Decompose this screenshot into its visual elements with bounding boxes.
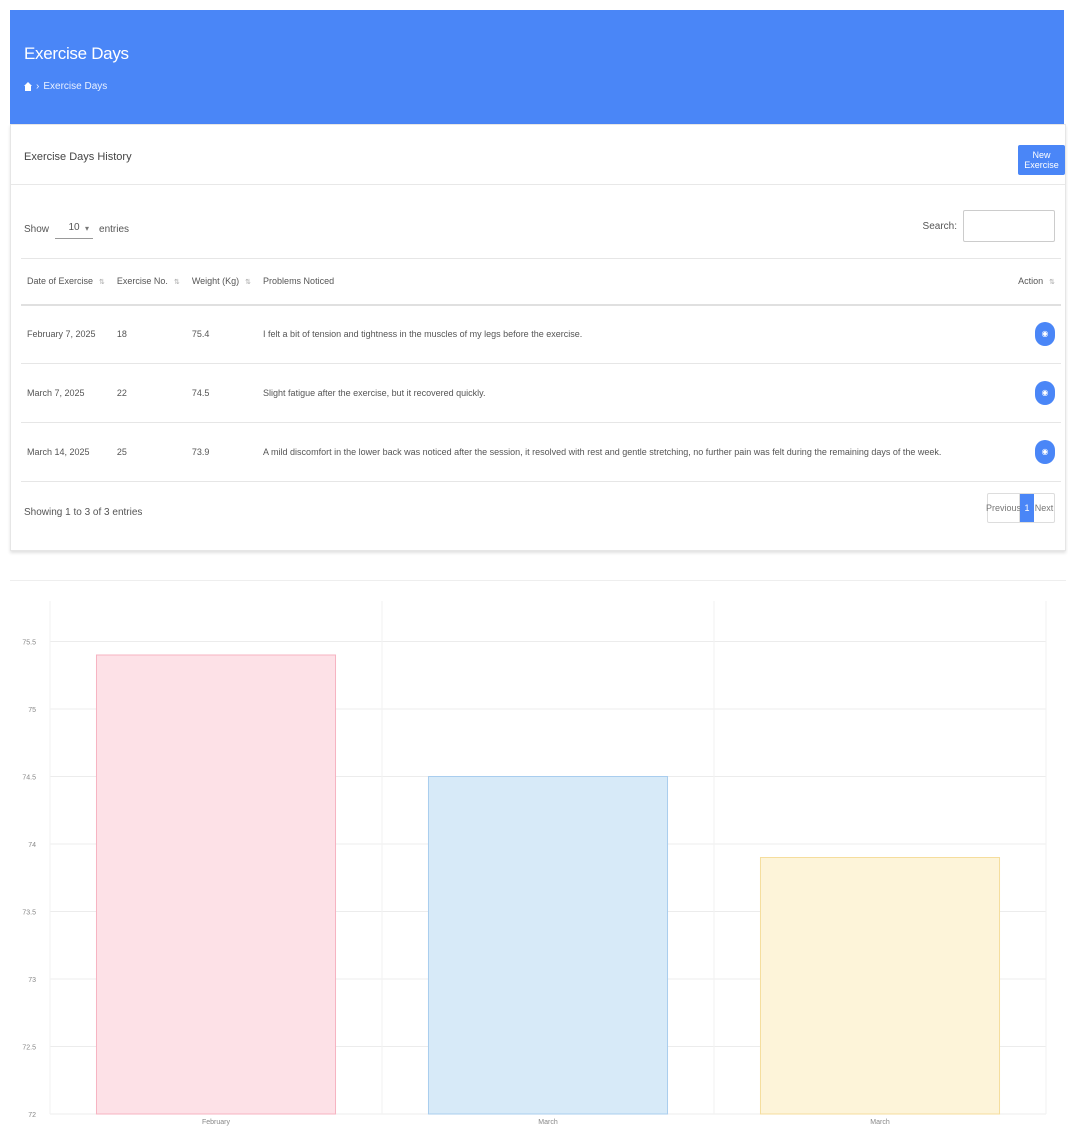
new-exercise-button[interactable]: New Exercise xyxy=(1018,145,1065,175)
search-input[interactable] xyxy=(963,210,1055,242)
table-row: March 7, 2025 22 74.5 Slight fatigue aft… xyxy=(21,363,1061,423)
column-header-action[interactable]: Action ⇅ xyxy=(1012,258,1061,306)
sort-icon: ⇅ xyxy=(99,279,105,287)
entries-length-select[interactable]: 10 ▾ xyxy=(55,219,94,239)
page-title: Exercise Days xyxy=(24,44,129,63)
y-tick-label: 73 xyxy=(28,977,36,984)
view-button[interactable]: ◉ xyxy=(1035,381,1055,405)
column-header-date[interactable]: Date of Exercise ⇅ xyxy=(21,258,111,306)
column-header-weight[interactable]: Weight (Kg) ⇅ xyxy=(185,258,258,306)
x-tick-label: March xyxy=(538,1119,558,1126)
cell-date: February 7, 2025 xyxy=(21,304,111,364)
breadcrumb-current: Exercise Days xyxy=(43,81,108,92)
bar xyxy=(759,857,1001,1115)
eye-icon: ◉ xyxy=(1041,447,1049,456)
y-tick-label: 72.5 xyxy=(22,1045,36,1052)
sort-icon: ⇅ xyxy=(245,279,252,287)
bar xyxy=(427,776,669,1115)
cell-date: March 14, 2025 xyxy=(21,422,111,482)
cell-exercise-no: 18 xyxy=(110,304,186,364)
breadcrumb-separator: › xyxy=(36,81,40,92)
cell-problems: I felt a bit of tension and tightness in… xyxy=(257,304,1013,364)
pagination-page-1[interactable]: 1 xyxy=(1020,494,1034,522)
length-label-pre: Show xyxy=(24,223,50,235)
cell-date: March 7, 2025 xyxy=(21,363,111,423)
table-info: Showing 1 to 3 of 3 entries xyxy=(24,507,143,518)
weight-chart: 72 72.5 73 73.5 74 74.5 75 75.5 February March Mar… xyxy=(10,580,1066,1126)
pagination-next[interactable]: Next xyxy=(1034,494,1054,522)
page-header: Exercise Days › Exercise Days xyxy=(10,10,1064,128)
search-label: Search: xyxy=(922,220,957,232)
table-header-row: Date of Exercise ⇅ Exercise No. ⇅ Weight (… xyxy=(21,258,1061,306)
table-row: February 7, 2025 18 75.4 I felt a bit of… xyxy=(21,304,1061,364)
eye-icon: ◉ xyxy=(1041,329,1049,339)
column-header-number[interactable]: Exercise No. ⇅ xyxy=(110,258,186,306)
y-tick-label: 73.5 xyxy=(22,910,36,917)
cell-action: ◉ xyxy=(1012,422,1061,482)
card-title: Exercise Days History xyxy=(24,151,132,163)
cell-problems: A mild discomfort in the lower back was … xyxy=(257,422,1013,482)
cell-weight: 74.5 xyxy=(185,363,258,423)
pagination-previous[interactable]: Previous xyxy=(986,494,1021,522)
x-tick-label: March xyxy=(870,1119,890,1126)
cell-weight: 75.4 xyxy=(185,304,258,364)
cell-problems: Slight fatigue after the exercise, but i… xyxy=(257,363,1013,423)
exercise-table: Date of Exercise ⇅ Exercise No. ⇅ Weight (… xyxy=(21,258,1061,482)
card-divider xyxy=(11,184,1065,185)
table-row: March 14, 2025 25 73.9 A mild discomfort… xyxy=(21,422,1061,482)
length-label-post: entries xyxy=(99,223,130,235)
y-tick-label: 74.5 xyxy=(22,775,36,782)
breadcrumb: › Exercise Days xyxy=(24,81,107,92)
view-button[interactable]: ◉ xyxy=(1035,322,1055,347)
pagination: Previous 1 Next xyxy=(986,493,1055,523)
x-tick-label: February xyxy=(202,1119,231,1126)
entries-length-control: Show 10 ▾ entries xyxy=(24,219,129,239)
weight-bar-chart: 72 72.5 73 73.5 74 74.5 75 75.5 February March Mar… xyxy=(22,601,1047,1126)
column-header-problems[interactable]: Problems Noticed xyxy=(257,258,1013,306)
cell-exercise-no: 25 xyxy=(110,422,186,482)
length-value: 10 xyxy=(68,222,80,233)
cell-action: ◉ xyxy=(1012,363,1061,423)
y-tick-label: 75.5 xyxy=(22,640,36,647)
view-button[interactable]: ◉ xyxy=(1035,440,1055,464)
bar xyxy=(95,654,337,1115)
y-tick-label: 75 xyxy=(28,707,36,714)
cell-weight: 73.9 xyxy=(185,422,258,482)
cell-action: ◉ xyxy=(1012,304,1061,364)
sort-icon: ⇅ xyxy=(173,279,180,287)
cell-exercise-no: 22 xyxy=(110,363,186,423)
chevron-down-icon: ▾ xyxy=(85,224,90,233)
eye-icon: ◉ xyxy=(1041,388,1049,397)
history-card: Exercise Days History New Exercise Show … xyxy=(10,124,1066,551)
y-tick-label: 72 xyxy=(28,1112,36,1119)
y-tick-label: 74 xyxy=(28,842,36,849)
sort-icon: ⇅ xyxy=(1049,279,1055,287)
home-icon[interactable] xyxy=(24,82,32,91)
search-control: Search: xyxy=(923,210,1055,242)
